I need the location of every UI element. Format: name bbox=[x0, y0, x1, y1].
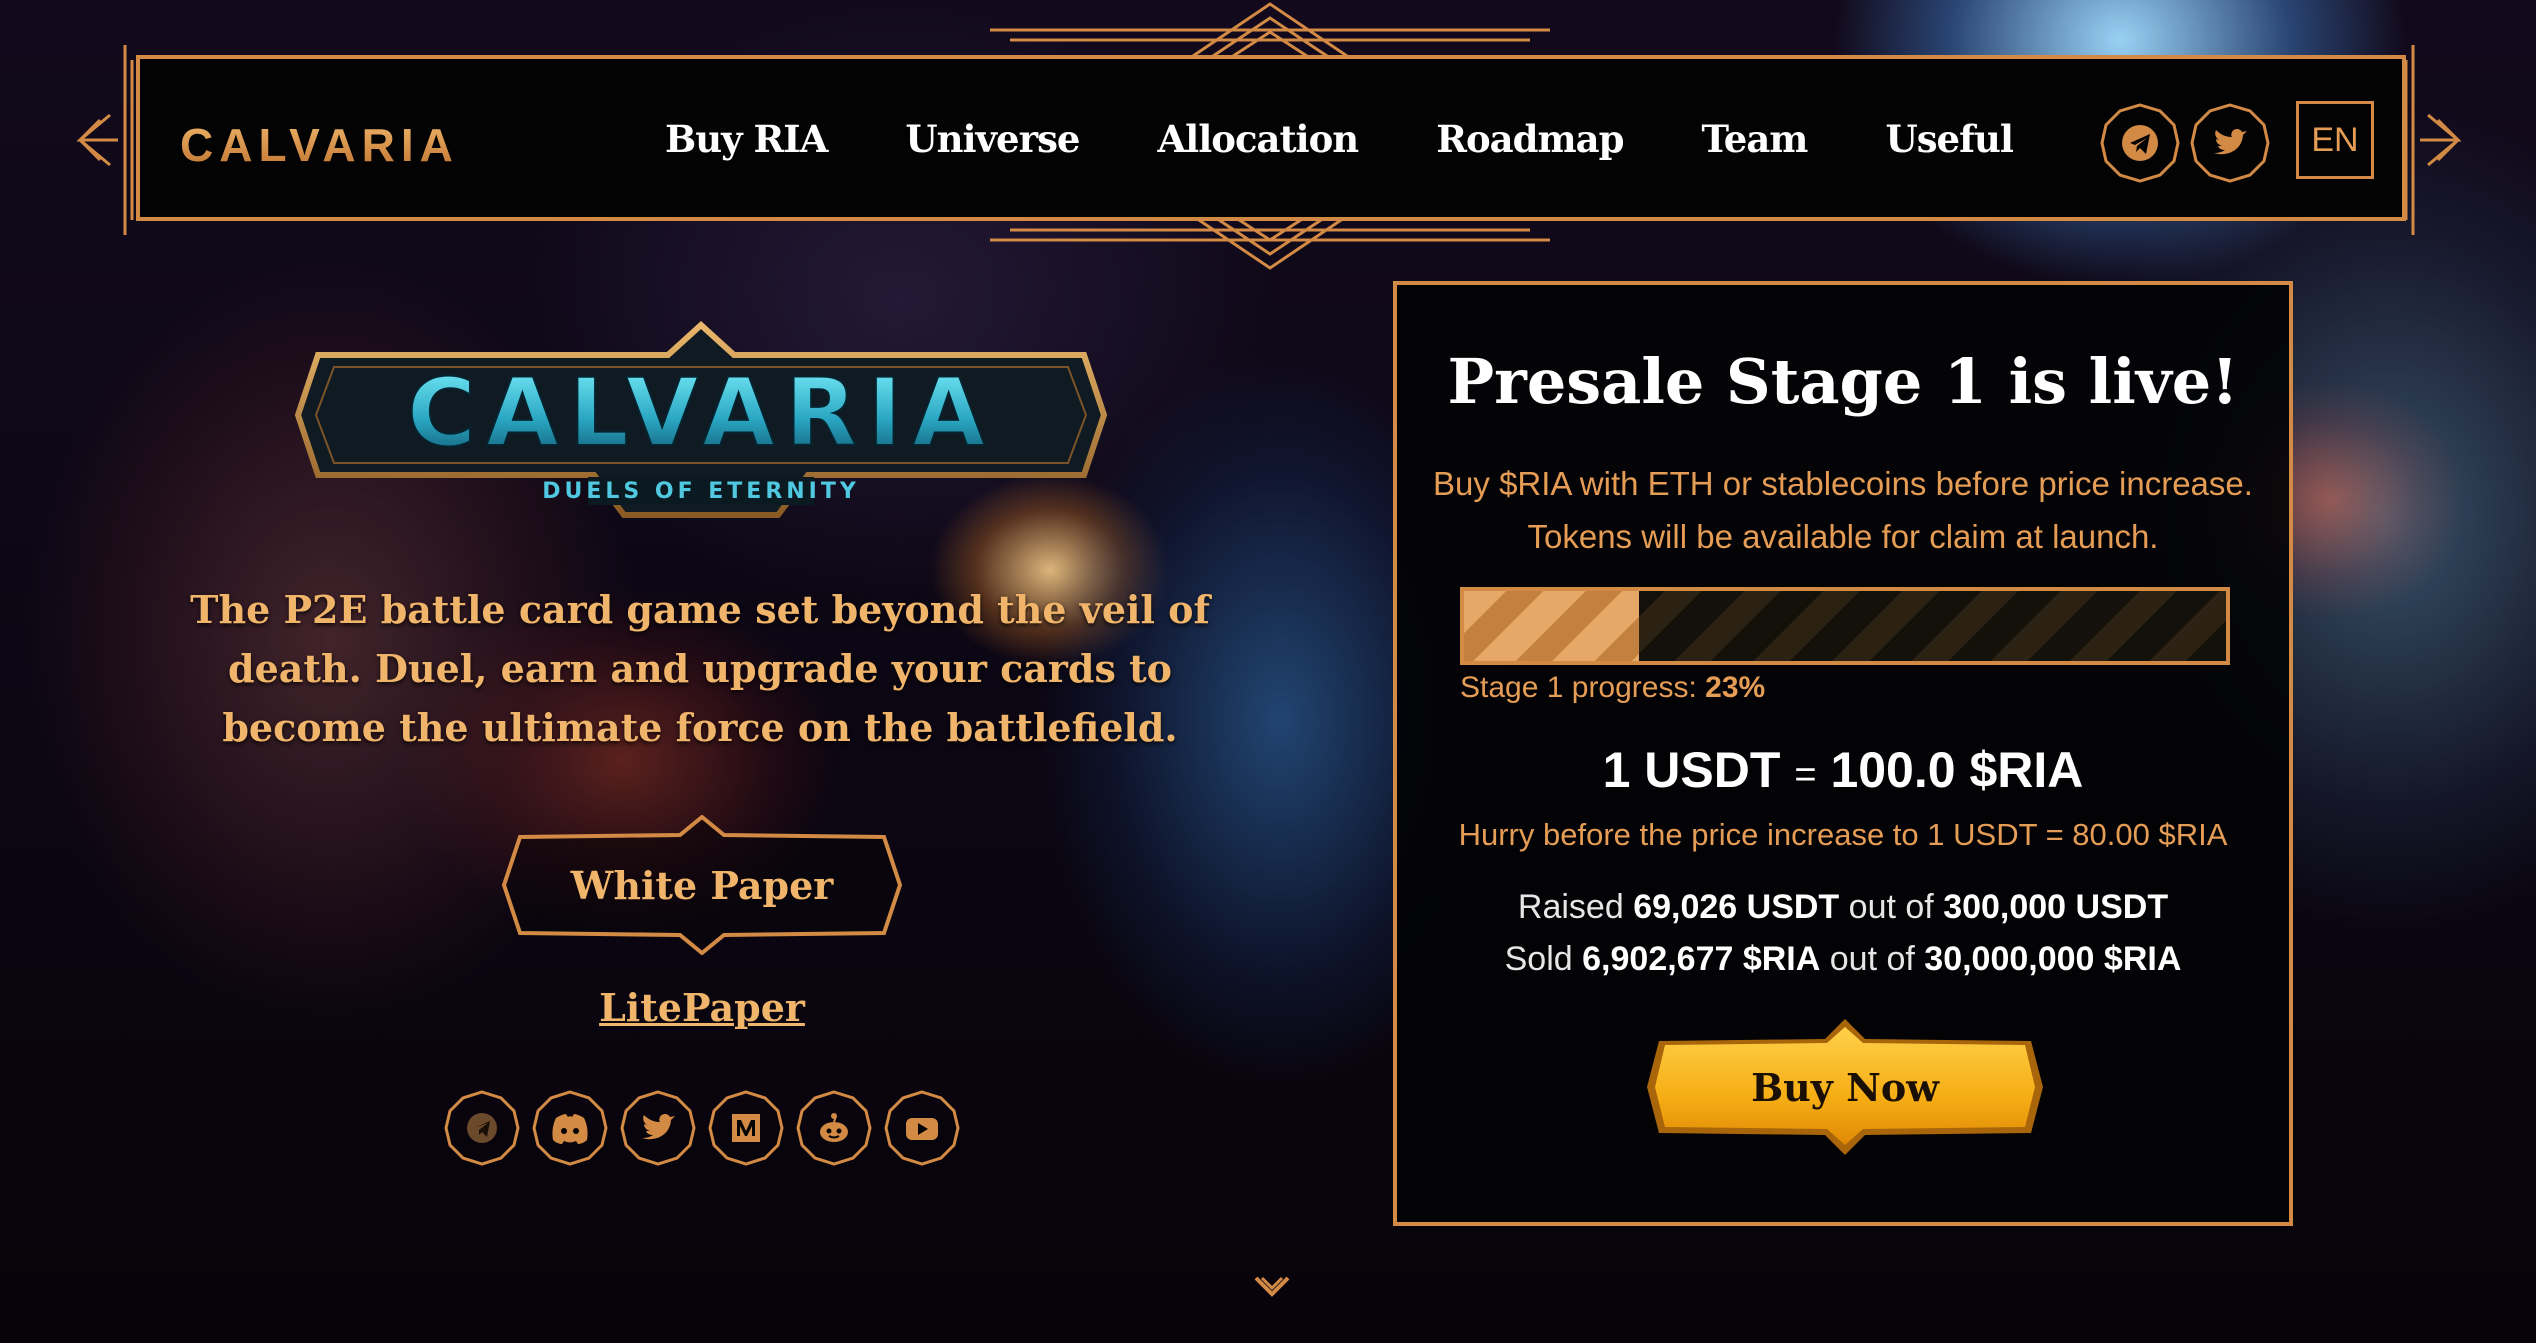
presale-progress-text: Stage 1 progress: 23% bbox=[1460, 671, 1765, 705]
progress-label: Stage 1 progress: bbox=[1460, 671, 1697, 704]
telegram-icon[interactable] bbox=[444, 1090, 520, 1166]
hurry-text: Hurry before the price increase to 1 USD… bbox=[1458, 817, 2228, 852]
svg-text:CALVARIA: CALVARIA bbox=[407, 359, 995, 468]
raised-mid: out of bbox=[1848, 888, 1934, 926]
social-links bbox=[444, 1090, 960, 1166]
hero-tagline: The P2E battle card game set beyond the … bbox=[190, 587, 1210, 750]
game-logo: CALVARIA DUELS OF ETERNITY bbox=[294, 320, 1108, 518]
litepaper-link[interactable]: LitePaper bbox=[560, 985, 844, 1030]
calvaria-logo[interactable]: CALVARIA bbox=[180, 119, 500, 169]
discord-icon[interactable] bbox=[532, 1090, 608, 1166]
sold-mid: out of bbox=[1829, 940, 1915, 978]
header-left-ornament bbox=[76, 45, 134, 235]
youtube-icon[interactable] bbox=[884, 1090, 960, 1166]
language-selector[interactable]: EN bbox=[2296, 101, 2374, 179]
nav-universe[interactable]: Universe bbox=[905, 117, 1080, 161]
presale-progress-fill bbox=[1464, 591, 1640, 661]
sold-prefix: Sold bbox=[1504, 940, 1573, 978]
raised-total: 300,000 USDT bbox=[1943, 888, 2169, 926]
site-header: CALVARIA Buy RIA Universe Allocation Roa… bbox=[136, 55, 2406, 221]
buy-now-button[interactable]: Buy Now bbox=[1645, 1017, 2045, 1157]
header-right-ornament bbox=[2404, 45, 2462, 235]
rate-right: 100.0 $RIA bbox=[1830, 742, 2084, 798]
white-paper-label: White Paper bbox=[570, 862, 834, 908]
presale-subtitle-line1: Buy $RIA with ETH or stablecoins before … bbox=[1433, 465, 2253, 502]
presale-stats: Raised 69,026 USDT out of 300,000 USDT S… bbox=[1397, 881, 2289, 985]
rate-equals: = bbox=[1794, 754, 1817, 796]
presale-subtitle: Buy $RIA with ETH or stablecoins before … bbox=[1397, 457, 2289, 563]
raised-amount: 69,026 USDT bbox=[1633, 888, 1840, 926]
medium-icon[interactable] bbox=[708, 1090, 784, 1166]
chevron-down-icon[interactable] bbox=[1252, 1268, 1292, 1308]
rate-left: 1 USDT bbox=[1602, 742, 1781, 798]
twitter-icon[interactable] bbox=[620, 1090, 696, 1166]
svg-text:CALVARIA: CALVARIA bbox=[180, 119, 459, 169]
buy-now-label: Buy Now bbox=[1751, 1064, 1939, 1110]
presale-panel: Presale Stage 1 is live! Buy $RIA with E… bbox=[1393, 281, 2293, 1226]
page: CALVARIA Buy RIA Universe Allocation Roa… bbox=[0, 0, 2536, 1343]
reddit-icon[interactable] bbox=[796, 1090, 872, 1166]
sold-amount: 6,902,677 $RIA bbox=[1582, 940, 1821, 978]
nav-team[interactable]: Team bbox=[1701, 117, 1808, 161]
header-top-ornament bbox=[990, 2, 1550, 60]
sold-total: 30,000,000 $RIA bbox=[1924, 940, 2182, 978]
raised-prefix: Raised bbox=[1517, 888, 1624, 926]
main-nav: Buy RIA Universe Allocation Roadmap Team… bbox=[665, 117, 2091, 161]
sold-line: Sold 6,902,677 $RIA out of 30,000,000 $R… bbox=[1397, 933, 2289, 985]
presale-subtitle-line2: Tokens will be available for claim at la… bbox=[1527, 518, 2159, 555]
svg-text:DUELS OF ETERNITY: DUELS OF ETERNITY bbox=[542, 479, 860, 504]
presale-title: Presale Stage 1 is live! bbox=[1447, 345, 2239, 418]
white-paper-button[interactable]: White Paper bbox=[500, 814, 904, 956]
nav-buy-ria[interactable]: Buy RIA bbox=[665, 117, 828, 161]
nav-useful[interactable]: Useful bbox=[1885, 117, 2014, 161]
twitter-icon[interactable] bbox=[2190, 103, 2270, 183]
nav-roadmap[interactable]: Roadmap bbox=[1436, 117, 1624, 161]
header-bottom-ornament bbox=[990, 212, 1550, 270]
exchange-rate: 1 USDT = 100.0 $RIA bbox=[1397, 741, 2289, 799]
telegram-icon[interactable] bbox=[2100, 103, 2180, 183]
raised-line: Raised 69,026 USDT out of 300,000 USDT bbox=[1397, 881, 2289, 933]
progress-percent: 23% bbox=[1705, 671, 1766, 704]
presale-progress-bar bbox=[1460, 587, 2230, 665]
nav-allocation[interactable]: Allocation bbox=[1157, 117, 1359, 161]
